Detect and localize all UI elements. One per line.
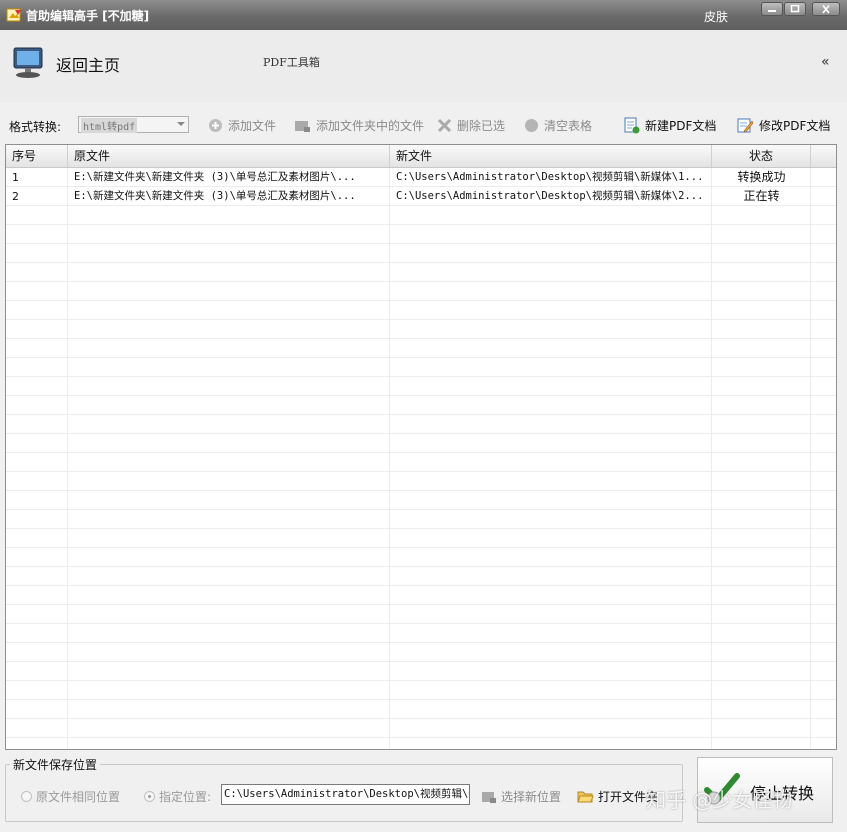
- row-source-file: E:\新建文件夹\新建文件夹 (3)\单号总汇及素材图片\...: [74, 190, 356, 202]
- add-folder-files-label: 添加文件夹中的文件: [316, 119, 425, 133]
- toolbox-label: PDF工具箱: [263, 56, 320, 69]
- delete-selected-label: 删除已选: [457, 119, 506, 133]
- toolbar: 格式转换: html转pdf 添加文件 添加文件夹中的文件 删除已选 清空表格 …: [0, 108, 847, 142]
- table-body: 1 E:\新建文件夹\新建文件夹 (3)\单号总汇及素材图片\... C:\Us…: [6, 168, 836, 749]
- column-divider: [389, 168, 390, 749]
- new-document-icon: [623, 117, 640, 134]
- home-link[interactable]: 返回主页: [56, 52, 120, 76]
- folder-add-icon: [294, 118, 311, 133]
- maximize-icon: [790, 5, 800, 13]
- file-table[interactable]: 序号 原文件 新文件 状态 1 E:\新建文件夹\新建文件夹 (3)\单号总汇及…: [5, 144, 837, 750]
- column-header-source[interactable]: 原文件: [68, 145, 390, 167]
- minimize-icon: [768, 10, 776, 12]
- collapse-button[interactable]: «: [821, 54, 830, 70]
- edit-document-icon: [737, 117, 754, 134]
- minimize-button[interactable]: [761, 2, 783, 16]
- choose-location-label: 选择新位置: [501, 790, 562, 804]
- table-row[interactable]: 2 E:\新建文件夹\新建文件夹 (3)\单号总汇及素材图片\... C:\Us…: [6, 187, 836, 206]
- delete-x-icon: [437, 118, 452, 133]
- row-source-file: E:\新建文件夹\新建文件夹 (3)\单号总汇及素材图片\...: [74, 171, 356, 183]
- new-pdf-button[interactable]: 新建PDF文档: [623, 117, 716, 134]
- window-title: 首助编辑高手 [不加糖]: [26, 9, 150, 23]
- column-divider: [810, 168, 811, 749]
- save-path-field[interactable]: C:\Users\Administrator\Desktop\视频剪辑\新: [221, 784, 470, 805]
- title-bar: 首助编辑高手 [不加糖] 皮肤: [0, 0, 847, 30]
- clear-table-button[interactable]: 清空表格: [524, 117, 592, 134]
- row-index: 2: [12, 190, 19, 203]
- specified-location-radio[interactable]: 指定位置:: [144, 788, 211, 805]
- choose-location-button[interactable]: 选择新位置: [481, 788, 561, 805]
- maximize-button[interactable]: [784, 2, 806, 16]
- app-icon: [6, 7, 22, 23]
- add-folder-files-button[interactable]: 添加文件夹中的文件: [294, 117, 424, 134]
- clear-circle-icon: [524, 118, 539, 133]
- row-target-file: C:\Users\Administrator\Desktop\视频剪辑\新媒体\…: [396, 171, 704, 183]
- edit-pdf-button[interactable]: 修改PDF文档: [737, 117, 830, 134]
- format-select-value: html转pdf: [81, 118, 138, 133]
- same-location-radio[interactable]: 原文件相同位置: [21, 788, 120, 805]
- row-status: 转换成功: [737, 170, 786, 184]
- chevron-down-icon: [177, 122, 185, 126]
- specified-location-label: 指定位置:: [159, 790, 212, 804]
- table-row[interactable]: 1 E:\新建文件夹\新建文件夹 (3)\单号总汇及素材图片\... C:\Us…: [6, 168, 836, 187]
- row-status: 正在转: [743, 189, 780, 203]
- column-header-status[interactable]: 状态: [712, 145, 811, 167]
- add-file-label: 添加文件: [228, 119, 277, 133]
- table-header: 序号 原文件 新文件 状态: [6, 145, 836, 168]
- watermark-text: 知乎 @少女怪物: [646, 788, 793, 812]
- new-pdf-label: 新建PDF文档: [645, 119, 717, 133]
- add-file-button[interactable]: 添加文件: [208, 117, 276, 134]
- save-location-title: 新文件保存位置: [10, 756, 101, 773]
- plus-circle-icon: [208, 118, 223, 133]
- radio-checked-icon: [144, 791, 155, 802]
- row-index: 1: [12, 171, 19, 184]
- header: 返回主页 PDF工具箱 «: [0, 30, 847, 102]
- clear-table-label: 清空表格: [544, 119, 593, 133]
- edit-pdf-label: 修改PDF文档: [759, 119, 831, 133]
- column-divider: [67, 168, 68, 749]
- close-button[interactable]: [812, 2, 840, 16]
- column-divider: [711, 168, 712, 749]
- folder-open-icon: [577, 789, 594, 804]
- close-icon: [822, 5, 830, 14]
- radio-icon: [21, 791, 32, 802]
- format-select[interactable]: html转pdf: [78, 116, 189, 133]
- row-target-file: C:\Users\Administrator\Desktop\视频剪辑\新媒体\…: [396, 190, 704, 202]
- column-header-index[interactable]: 序号: [6, 145, 68, 167]
- folder-choose-icon: [481, 789, 497, 804]
- skin-button[interactable]: 皮肤: [704, 8, 728, 25]
- column-header-target[interactable]: 新文件: [390, 145, 712, 167]
- same-location-label: 原文件相同位置: [36, 790, 121, 804]
- monitor-icon[interactable]: [12, 46, 46, 83]
- format-label: 格式转换:: [9, 120, 62, 134]
- delete-selected-button[interactable]: 删除已选: [437, 117, 505, 134]
